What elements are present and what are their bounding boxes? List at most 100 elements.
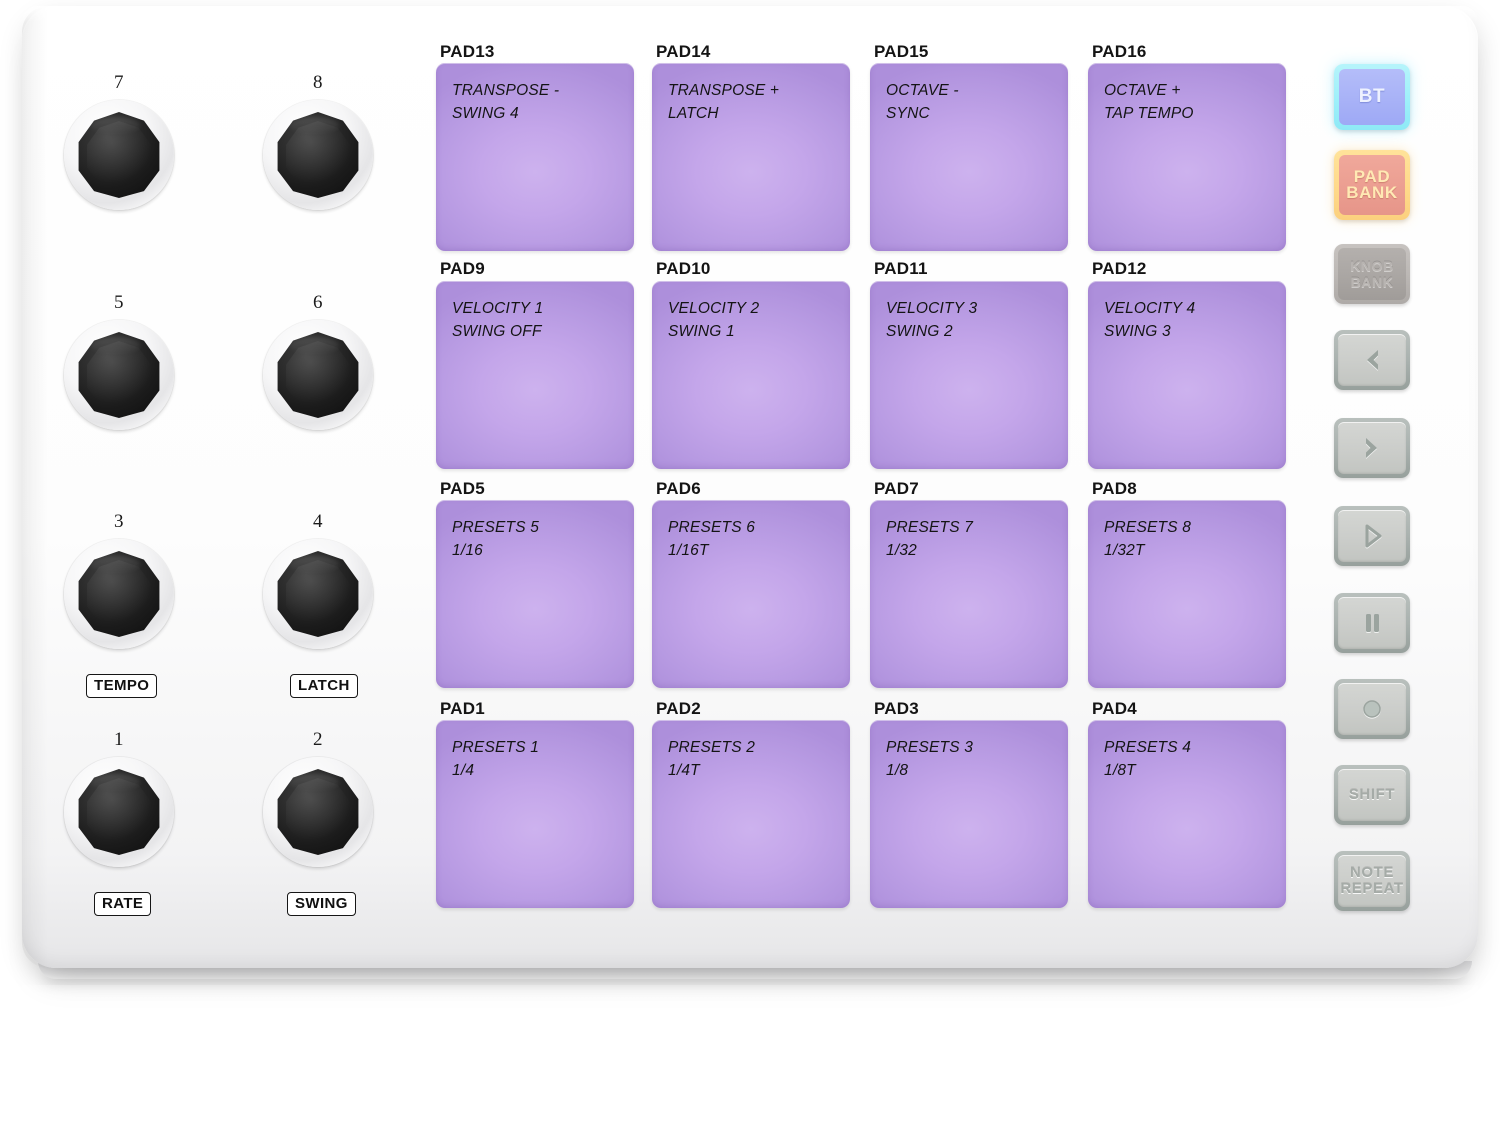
pad-9-line1: VELOCITY 1 [452, 300, 544, 317]
body-bevel-left [22, 6, 48, 968]
pad-11-line2: SWING 2 [886, 323, 953, 340]
pad-12-label: PAD12 [1092, 259, 1147, 278]
knob-3-function-label: TEMPO [86, 674, 158, 698]
shift-button[interactable]: SHIFT [1334, 765, 1410, 825]
knob-bank-label-line2: BANK [1350, 274, 1394, 290]
shift-button-face: SHIFT [1338, 769, 1406, 821]
knob-4-function-label: LATCH [290, 674, 358, 698]
shift-button-label: SHIFT [1348, 786, 1396, 803]
next-button-face [1338, 422, 1406, 474]
knob-bank-label-line1: KNOB [1350, 258, 1394, 274]
pad-9[interactable]: VELOCITY 1 SWING OFF [436, 281, 634, 469]
pad-3-line2: 1/8 [886, 762, 909, 779]
pad-7-line2: 1/32 [886, 542, 917, 559]
play-button[interactable] [1334, 506, 1410, 566]
knob-2-cap [277, 769, 359, 855]
pad-bank-button-face: PAD BANK [1339, 155, 1405, 215]
knob-3-dial[interactable] [64, 539, 174, 649]
knob-2-dial[interactable] [263, 757, 373, 867]
pause-button[interactable] [1334, 593, 1410, 653]
knob-bank-button-face: KNOB BANK [1338, 248, 1406, 300]
knob-1-number: 1 [114, 729, 124, 750]
pad-13-label: PAD13 [440, 42, 495, 61]
knob-2-function-label: SWING [287, 892, 356, 916]
knob-3-cap [78, 551, 160, 637]
device-reflection: RATE SWING [22, 985, 1478, 1143]
pad-2-label: PAD2 [656, 699, 701, 718]
record-button-face [1338, 683, 1406, 735]
knob-6-number: 6 [313, 292, 323, 313]
pad-4-label: PAD4 [1092, 699, 1137, 718]
pad-4[interactable]: PRESETS 4 1/8T [1088, 720, 1286, 908]
pad-15-line2: SYNC [886, 105, 930, 122]
pad-11-label: PAD11 [874, 259, 928, 278]
midi-controller-device: 7 8 5 6 3 4 1 2 TEMPO LATCH RATE SWING P… [22, 6, 1478, 979]
knob-7-dial[interactable] [64, 100, 174, 210]
knob-5-number: 5 [114, 292, 124, 313]
pad-14[interactable]: TRANSPOSE + LATCH [652, 63, 850, 251]
pad-10[interactable]: VELOCITY 2 SWING 1 [652, 281, 850, 469]
pad-16[interactable]: OCTAVE + TAP TEMPO [1088, 63, 1286, 251]
pad-1[interactable]: PRESETS 1 1/4 [436, 720, 634, 908]
pad-7-label: PAD7 [874, 479, 919, 498]
next-button[interactable] [1334, 418, 1410, 478]
pad-2-line1: PRESETS 2 [668, 739, 756, 756]
pad-8[interactable]: PRESETS 8 1/32T [1088, 500, 1286, 688]
knob-7-number: 7 [114, 72, 124, 93]
chevron-left-icon [1367, 350, 1378, 370]
pad-7[interactable]: PRESETS 7 1/32 [870, 500, 1068, 688]
pad-2[interactable]: PRESETS 2 1/4T [652, 720, 850, 908]
pad-5-line1: PRESETS 5 [452, 519, 540, 536]
note-repeat-button-face: NOTE REPEAT [1338, 855, 1406, 907]
knob-8-dial[interactable] [263, 100, 373, 210]
pad-4-line1: PRESETS 4 [1104, 739, 1192, 756]
prev-button-face [1338, 334, 1406, 386]
pad-16-line2: TAP TEMPO [1104, 105, 1194, 122]
knob-6-dial[interactable] [263, 320, 373, 430]
knob-bank-button[interactable]: KNOB BANK [1334, 244, 1410, 304]
pad-9-label: PAD9 [440, 259, 485, 278]
pad-15-line1: OCTAVE - [886, 82, 959, 99]
pad-bank-button[interactable]: PAD BANK [1334, 150, 1410, 220]
pad-11[interactable]: VELOCITY 3 SWING 2 [870, 281, 1068, 469]
knob-4-number: 4 [313, 511, 323, 532]
knob-4-cap [277, 551, 359, 637]
pad-10-line1: VELOCITY 2 [668, 300, 760, 317]
pad-3[interactable]: PRESETS 3 1/8 [870, 720, 1068, 908]
pad-15[interactable]: OCTAVE - SYNC [870, 63, 1068, 251]
reflection-fade [22, 985, 1478, 1143]
pad-1-label: PAD1 [440, 699, 485, 718]
knob-8-cap [277, 112, 359, 198]
bt-button-label: BT [1358, 86, 1386, 107]
chevron-right-icon [1366, 438, 1377, 458]
pad-6-line2: 1/16T [668, 542, 709, 559]
pad-13-line2: SWING 4 [452, 105, 519, 122]
pad-13[interactable]: TRANSPOSE - SWING 4 [436, 63, 634, 251]
knob-1-function-label: RATE [94, 892, 152, 916]
knob-1-dial[interactable] [64, 757, 174, 867]
pad-16-line1: OCTAVE + [1104, 82, 1181, 99]
knob-4-dial[interactable] [263, 539, 373, 649]
pad-5[interactable]: PRESETS 5 1/16 [436, 500, 634, 688]
pad-7-line1: PRESETS 7 [886, 519, 974, 536]
pad-8-line2: 1/32T [1104, 542, 1145, 559]
note-repeat-button[interactable]: NOTE REPEAT [1334, 851, 1410, 911]
pad-12[interactable]: VELOCITY 4 SWING 3 [1088, 281, 1286, 469]
pad-6-label: PAD6 [656, 479, 701, 498]
prev-button[interactable] [1334, 330, 1410, 390]
pad-8-line1: PRESETS 8 [1104, 519, 1192, 536]
pad-8-label: PAD8 [1092, 479, 1137, 498]
bt-button-face: BT [1339, 69, 1405, 125]
bt-button[interactable]: BT [1334, 64, 1410, 130]
pad-6[interactable]: PRESETS 6 1/16T [652, 500, 850, 688]
pad-14-line1: TRANSPOSE + [668, 82, 780, 99]
record-icon [1363, 700, 1381, 718]
pad-12-line2: SWING 3 [1104, 323, 1171, 340]
record-button[interactable] [1334, 679, 1410, 739]
knob-5-cap [78, 332, 160, 418]
play-icon [1365, 524, 1382, 548]
pad-14-label: PAD14 [656, 42, 711, 61]
knob-5-dial[interactable] [64, 320, 174, 430]
pause-button-face [1338, 597, 1406, 649]
play-button-face [1338, 510, 1406, 562]
